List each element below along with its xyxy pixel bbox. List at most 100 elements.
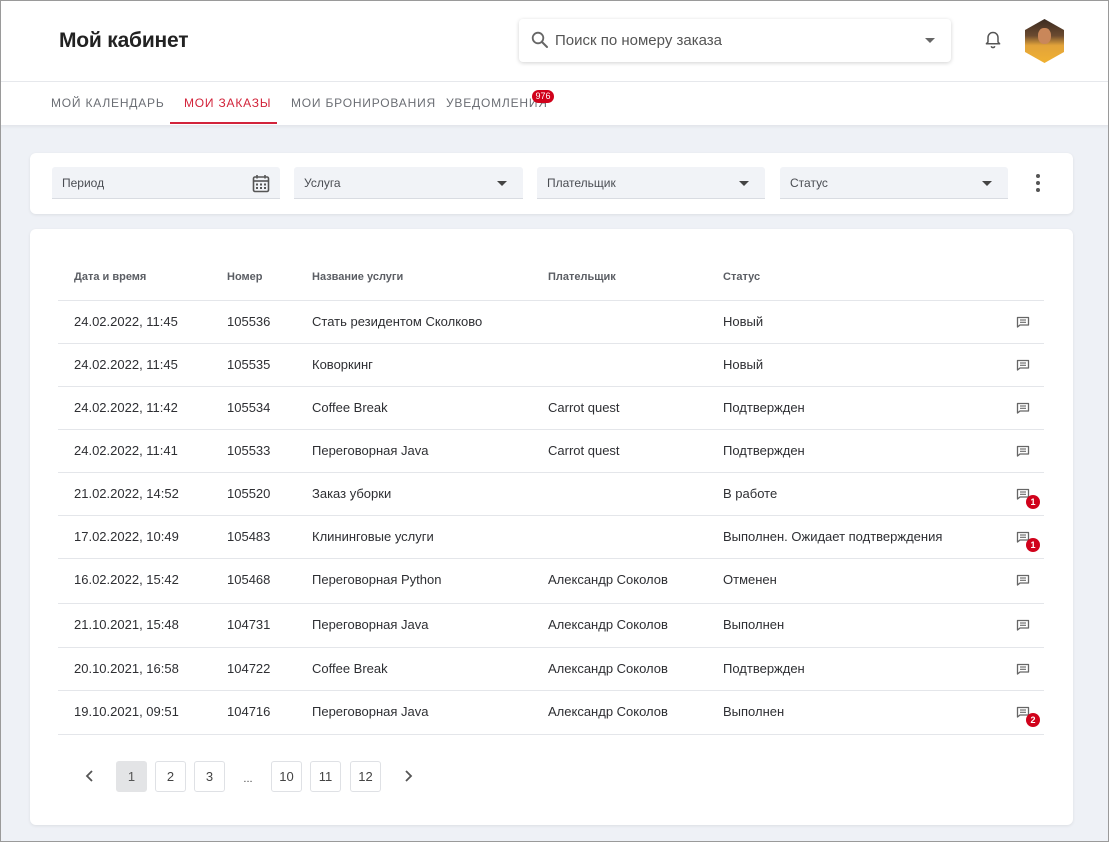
table-row[interactable]: 21.10.2021, 15:48 104731 Переговорная Java… — [58, 604, 1044, 648]
page-title: Мой кабинет — [59, 29, 189, 52]
payer-filter[interactable]: Плательщик — [537, 167, 765, 199]
payer-filter-label: Плательщик — [547, 176, 616, 190]
comments-icon[interactable] — [1016, 663, 1030, 675]
table-row[interactable]: 19.10.2021, 09:51 104716 Переговорная Java… — [58, 691, 1044, 735]
date-cell: 20.10.2021, 16:58 — [74, 661, 179, 676]
status-cell: Новый — [723, 357, 764, 372]
unread-comments-badge: 2 — [1026, 713, 1040, 727]
tab-my-orders[interactable]: Мои заказы — [184, 82, 271, 125]
pagination-page-1[interactable]: 1 — [116, 761, 147, 792]
search-icon — [531, 31, 548, 48]
comments-icon[interactable] — [1016, 359, 1030, 371]
order-number-cell: 105533 — [227, 443, 271, 458]
search-dropdown-icon[interactable] — [925, 38, 935, 43]
filters-panel: Период Услуга Плательщик Статус — [30, 153, 1073, 214]
service-name-cell: Переговорная Java — [312, 704, 429, 719]
service-filter-label: Услуга — [304, 176, 341, 190]
orders-table-card: Дата и время Номер Название услуги Плате… — [30, 229, 1073, 825]
date-cell: 19.10.2021, 09:51 — [74, 704, 179, 719]
tabs-bar: Мой календарь Мои заказы Мои бронировани… — [0, 82, 1109, 125]
more-vertical-icon[interactable] — [1028, 172, 1048, 194]
status-cell: Подтвержден — [723, 661, 805, 676]
notifications-bell-icon[interactable] — [983, 30, 1003, 50]
status-cell: В работе — [723, 486, 778, 501]
order-number-cell: 105483 — [227, 529, 271, 544]
date-cell: 24.02.2022, 11:41 — [74, 443, 178, 458]
chevron-down-icon — [497, 181, 507, 186]
user-avatar[interactable] — [1025, 19, 1064, 63]
search-input[interactable] — [555, 19, 915, 62]
status-filter-label: Статус — [790, 176, 828, 190]
notifications-count-badge: 976 — [532, 90, 554, 103]
order-number-cell: 104722 — [227, 661, 271, 676]
column-header-payer[interactable]: Плательщик — [548, 271, 616, 283]
service-name-cell: Коворкинг — [312, 357, 373, 372]
active-tab-indicator — [170, 122, 277, 124]
comments-icon[interactable] — [1016, 574, 1030, 586]
service-name-cell: Переговорная Java — [312, 443, 429, 458]
service-name-cell: Coffee Break — [312, 661, 388, 676]
service-name-cell: Заказ уборки — [312, 486, 392, 501]
status-filter[interactable]: Статус — [780, 167, 1008, 199]
comments-icon[interactable] — [1016, 316, 1030, 328]
table-row[interactable]: 24.02.2022, 11:45 105536 Стать резидентом … — [58, 301, 1044, 344]
unread-comments-badge: 1 — [1026, 495, 1040, 509]
status-cell: Подтвержден — [723, 400, 805, 415]
column-header-number[interactable]: Номер — [227, 271, 263, 283]
pagination-next-button[interactable] — [398, 761, 418, 792]
date-cell: 17.02.2022, 10:49 — [74, 529, 179, 544]
order-number-cell: 105520 — [227, 486, 271, 501]
comments-icon[interactable] — [1016, 445, 1030, 457]
order-number-cell: 105536 — [227, 314, 271, 329]
tab-my-calendar[interactable]: Мой календарь — [51, 82, 165, 125]
order-search[interactable] — [519, 19, 951, 62]
date-cell: 24.02.2022, 11:42 — [74, 400, 178, 415]
table-row[interactable]: 24.02.2022, 11:45 105535 Коворкинг Новый — [58, 344, 1044, 387]
date-cell: 21.02.2022, 14:52 — [74, 486, 179, 501]
chevron-down-icon — [982, 181, 992, 186]
comments-icon[interactable] — [1016, 619, 1030, 631]
chevron-right-icon — [405, 770, 413, 782]
payer-cell: Carrot quest — [548, 400, 620, 415]
status-cell: Подтвержден — [723, 443, 805, 458]
date-cell: 24.02.2022, 11:45 — [74, 314, 178, 329]
pagination-page-11[interactable]: 11 — [310, 761, 341, 792]
service-name-cell: Переговорная Java — [312, 617, 429, 632]
service-filter[interactable]: Услуга — [294, 167, 523, 199]
order-number-cell: 104716 — [227, 704, 271, 719]
pagination-page-3[interactable]: 3 — [194, 761, 225, 792]
pagination-page-12[interactable]: 12 — [350, 761, 381, 792]
status-cell: Выполнен. Ожидает подтверждения — [723, 529, 943, 544]
status-cell: Выполнен — [723, 704, 785, 719]
pagination-page-2[interactable]: 2 — [155, 761, 186, 792]
header: Мой кабинет — [0, 0, 1109, 82]
column-header-date[interactable]: Дата и время — [74, 271, 146, 283]
unread-comments-badge: 1 — [1026, 538, 1040, 552]
payer-cell: Александр Соколов — [548, 661, 668, 676]
column-header-status[interactable]: Статус — [723, 271, 760, 283]
order-number-cell: 105535 — [227, 357, 271, 372]
date-cell: 21.10.2021, 15:48 — [74, 617, 179, 632]
table-row[interactable]: 21.02.2022, 14:52 105520 Заказ уборки В раб… — [58, 473, 1044, 516]
payer-cell: Александр Соколов — [548, 572, 668, 587]
pagination-prev-button[interactable] — [80, 761, 100, 792]
table-row[interactable]: 17.02.2022, 10:49 105483 Клининговые услуг… — [58, 516, 1044, 559]
calendar-icon[interactable] — [252, 174, 270, 193]
table-row[interactable]: 20.10.2021, 16:58 104722 Coffee Break Алекс… — [58, 648, 1044, 691]
period-filter-label: Период — [62, 176, 105, 190]
table-row[interactable]: 24.02.2022, 11:42 105534 Coffee Break Carro… — [58, 387, 1044, 430]
status-cell: Выполнен — [723, 617, 785, 632]
table-row[interactable]: 24.02.2022, 11:41 105533 Переговорная Java… — [58, 430, 1044, 473]
table-row[interactable]: 16.02.2022, 15:42 105468 Переговорная Pyth… — [58, 559, 1044, 604]
tab-my-bookings[interactable]: Мои бронирования — [291, 82, 436, 125]
column-header-service[interactable]: Название услуги — [312, 271, 403, 283]
pagination-page-10[interactable]: 10 — [271, 761, 302, 792]
pagination-ellipsis: ... — [243, 773, 253, 785]
order-number-cell: 104731 — [227, 617, 271, 632]
period-filter[interactable]: Период — [52, 167, 280, 199]
chevron-left-icon — [85, 770, 93, 782]
service-name-cell: Клининговые услуги — [312, 529, 434, 544]
tab-notifications[interactable]: Уведомления — [446, 82, 548, 125]
comments-icon[interactable] — [1016, 402, 1030, 414]
payer-cell: Carrot quest — [548, 443, 620, 458]
